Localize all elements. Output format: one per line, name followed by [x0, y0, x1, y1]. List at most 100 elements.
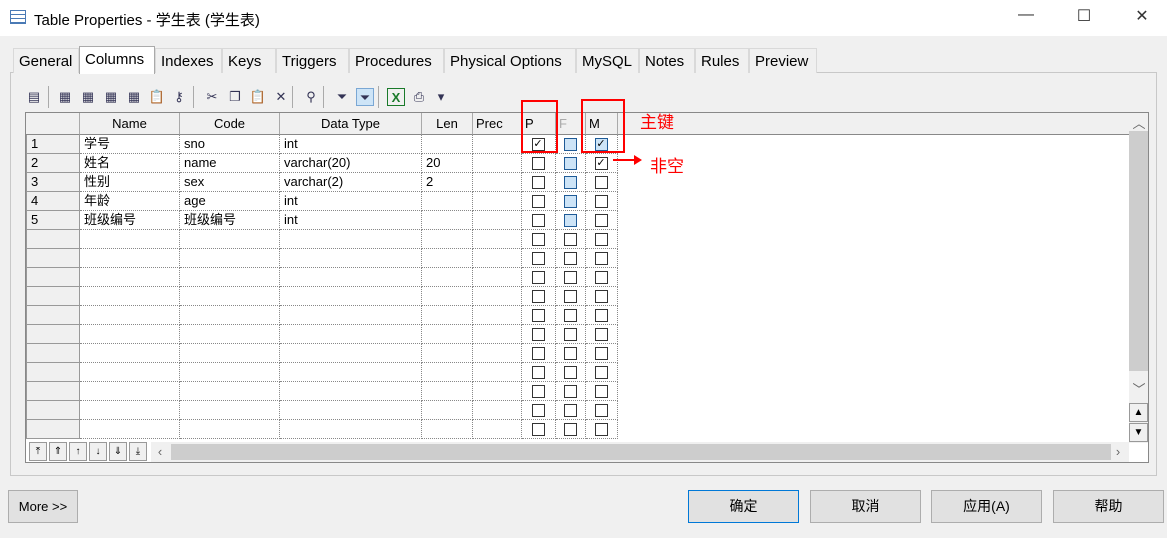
cell-type[interactable]	[280, 268, 422, 287]
cell-prec[interactable]	[473, 363, 522, 382]
header-code[interactable]: Code	[180, 113, 280, 135]
row-number[interactable]	[26, 306, 80, 325]
cell-name[interactable]	[80, 287, 180, 306]
checkbox-f[interactable]	[563, 366, 577, 379]
cell-code[interactable]	[180, 268, 280, 287]
checkbox-m[interactable]	[594, 423, 608, 436]
cell-code[interactable]: name	[180, 154, 280, 173]
cell-type[interactable]	[280, 249, 422, 268]
cell-name[interactable]: 性别	[80, 173, 180, 192]
move-page-up-icon[interactable]: ⇑	[49, 442, 67, 461]
checkbox-m[interactable]	[594, 271, 608, 284]
cell-len[interactable]	[422, 401, 473, 420]
cell-code[interactable]	[180, 306, 280, 325]
checkbox-p[interactable]	[531, 233, 545, 246]
cell-name[interactable]	[80, 420, 180, 439]
checkbox-p[interactable]	[531, 347, 545, 360]
minimize-button[interactable]: —	[1003, 6, 1049, 30]
tab-preview[interactable]: Preview	[749, 48, 817, 73]
cell-code[interactable]	[180, 325, 280, 344]
cell-len[interactable]	[422, 287, 473, 306]
cell-len[interactable]	[422, 363, 473, 382]
checkbox-p[interactable]	[531, 423, 545, 436]
checkbox-m[interactable]	[594, 195, 608, 208]
row-number[interactable]	[26, 325, 80, 344]
checkbox-m[interactable]	[594, 404, 608, 417]
apply-button[interactable]: 应用(A)	[931, 490, 1042, 523]
cell-name[interactable]	[80, 325, 180, 344]
row-number[interactable]	[26, 230, 80, 249]
checkbox-m[interactable]	[594, 328, 608, 341]
cell-name[interactable]	[80, 230, 180, 249]
checkbox-p[interactable]	[531, 252, 545, 265]
cell-type[interactable]	[280, 363, 422, 382]
excel-icon[interactable]: X	[387, 88, 405, 106]
cancel-button[interactable]: 取消	[810, 490, 921, 523]
row-number[interactable]	[26, 268, 80, 287]
scroll-up-icon[interactable]: ︿	[1129, 113, 1148, 131]
tab-indexes[interactable]: Indexes	[155, 48, 222, 73]
header-data-type[interactable]: Data Type	[280, 113, 422, 135]
cell-type[interactable]	[280, 230, 422, 249]
header-len[interactable]: Len	[422, 113, 473, 135]
checkbox-p[interactable]	[531, 176, 545, 189]
row-number[interactable]	[26, 287, 80, 306]
tab-keys[interactable]: Keys	[222, 48, 276, 73]
cell-prec[interactable]	[473, 268, 522, 287]
checkbox-m[interactable]	[594, 385, 608, 398]
cell-name[interactable]: 学号	[80, 135, 180, 154]
checkbox-m[interactable]	[594, 176, 608, 189]
table-row[interactable]: 5 班级编号 班级编号 int	[26, 211, 1129, 230]
cell-name[interactable]	[80, 382, 180, 401]
row-number[interactable]	[26, 363, 80, 382]
tab-general[interactable]: General	[13, 48, 79, 73]
maximize-button[interactable]: ☐	[1061, 6, 1107, 30]
checkbox-f[interactable]	[563, 290, 577, 303]
checkbox-p[interactable]	[531, 385, 545, 398]
scroll-down-icon[interactable]: ﹀	[1129, 379, 1148, 397]
cell-prec[interactable]	[473, 173, 522, 192]
cell-len[interactable]	[422, 192, 473, 211]
cell-len[interactable]	[422, 135, 473, 154]
checkbox-f[interactable]	[563, 347, 577, 360]
row-number[interactable]	[26, 344, 80, 363]
cell-code[interactable]: 班级编号	[180, 211, 280, 230]
cell-prec[interactable]	[473, 287, 522, 306]
cell-prec[interactable]	[473, 154, 522, 173]
row-number[interactable]	[26, 420, 80, 439]
cell-type[interactable]: int	[280, 211, 422, 230]
table-row[interactable]	[26, 287, 1129, 306]
move-bottom-icon[interactable]: ▼	[1129, 423, 1148, 442]
cell-type[interactable]	[280, 401, 422, 420]
cell-prec[interactable]	[473, 344, 522, 363]
checkbox-p[interactable]	[531, 214, 545, 227]
cell-name[interactable]	[80, 306, 180, 325]
table-row[interactable]	[26, 325, 1129, 344]
cell-name[interactable]	[80, 363, 180, 382]
row-number[interactable]: 4	[26, 192, 80, 211]
tab-notes[interactable]: Notes	[639, 48, 695, 73]
table-row[interactable]	[26, 249, 1129, 268]
cell-len[interactable]: 20	[422, 154, 473, 173]
checkbox-p[interactable]	[531, 290, 545, 303]
table-row[interactable]: 3 性别 sex varchar(2) 2	[26, 173, 1129, 192]
cell-type[interactable]: varchar(20)	[280, 154, 422, 173]
cell-len[interactable]	[422, 306, 473, 325]
table-row[interactable]	[26, 420, 1129, 439]
checkbox-f[interactable]	[563, 214, 577, 227]
row-number[interactable]	[26, 401, 80, 420]
tab-procedures[interactable]: Procedures	[349, 48, 444, 73]
tab-triggers[interactable]: Triggers	[276, 48, 349, 73]
horizontal-scroll-thumb[interactable]	[171, 444, 1111, 460]
checkbox-p[interactable]	[531, 157, 545, 170]
cell-len[interactable]	[422, 249, 473, 268]
tab-mysql[interactable]: MySQL	[576, 48, 639, 73]
cell-code[interactable]	[180, 401, 280, 420]
checkbox-m[interactable]	[594, 233, 608, 246]
cell-code[interactable]	[180, 230, 280, 249]
insert-row-icon[interactable]: ▦	[56, 88, 74, 106]
properties-icon[interactable]: ▤	[25, 88, 43, 106]
cell-type[interactable]	[280, 325, 422, 344]
vertical-scroll-thumb[interactable]	[1129, 131, 1148, 371]
header-name[interactable]: Name	[80, 113, 180, 135]
